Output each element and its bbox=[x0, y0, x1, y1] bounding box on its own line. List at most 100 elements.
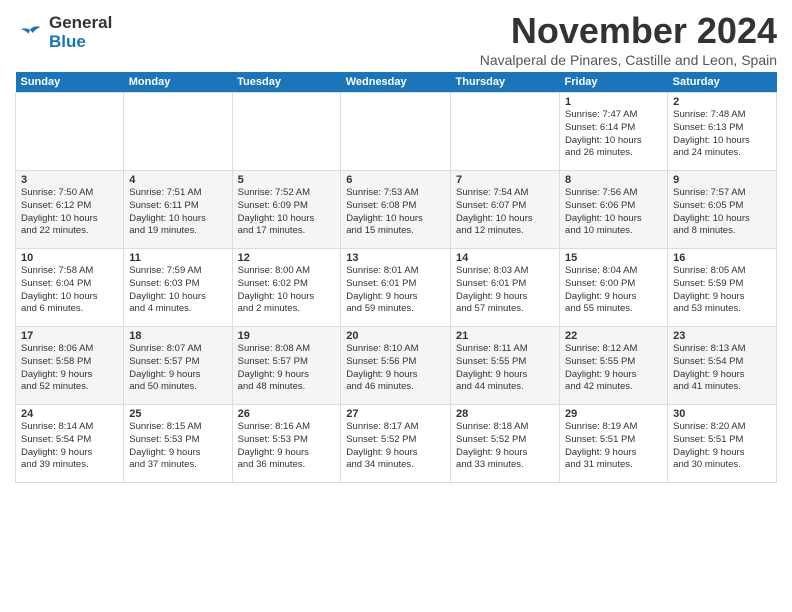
day-cell: 18Sunrise: 8:07 AM Sunset: 5:57 PM Dayli… bbox=[124, 327, 232, 405]
header-cell-friday: Friday bbox=[560, 72, 668, 93]
day-cell bbox=[124, 93, 232, 171]
day-cell bbox=[232, 93, 341, 171]
week-row-2: 3Sunrise: 7:50 AM Sunset: 6:12 PM Daylig… bbox=[16, 171, 777, 249]
day-info: Sunrise: 8:00 AM Sunset: 6:02 PM Dayligh… bbox=[238, 265, 336, 316]
calendar-body: 1Sunrise: 7:47 AM Sunset: 6:14 PM Daylig… bbox=[16, 93, 777, 483]
day-info: Sunrise: 8:19 AM Sunset: 5:51 PM Dayligh… bbox=[565, 421, 662, 472]
day-cell bbox=[341, 93, 451, 171]
day-cell: 2Sunrise: 7:48 AM Sunset: 6:13 PM Daylig… bbox=[668, 93, 777, 171]
title-area: November 2024 Navalperal de Pinares, Cas… bbox=[480, 10, 777, 68]
day-cell: 30Sunrise: 8:20 AM Sunset: 5:51 PM Dayli… bbox=[668, 405, 777, 483]
header: General Blue November 2024 Navalperal de… bbox=[15, 10, 777, 68]
day-number: 4 bbox=[129, 174, 226, 186]
day-cell: 12Sunrise: 8:00 AM Sunset: 6:02 PM Dayli… bbox=[232, 249, 341, 327]
week-row-4: 17Sunrise: 8:06 AM Sunset: 5:58 PM Dayli… bbox=[16, 327, 777, 405]
day-number: 12 bbox=[238, 252, 336, 264]
day-info: Sunrise: 8:15 AM Sunset: 5:53 PM Dayligh… bbox=[129, 421, 226, 472]
logo: General Blue bbox=[15, 10, 112, 51]
day-number: 11 bbox=[129, 252, 226, 264]
logo-bird-icon bbox=[15, 24, 45, 42]
day-info: Sunrise: 7:58 AM Sunset: 6:04 PM Dayligh… bbox=[21, 265, 118, 316]
day-cell: 27Sunrise: 8:17 AM Sunset: 5:52 PM Dayli… bbox=[341, 405, 451, 483]
day-cell: 19Sunrise: 8:08 AM Sunset: 5:57 PM Dayli… bbox=[232, 327, 341, 405]
day-cell: 8Sunrise: 7:56 AM Sunset: 6:06 PM Daylig… bbox=[560, 171, 668, 249]
day-number: 26 bbox=[238, 408, 336, 420]
header-cell-thursday: Thursday bbox=[451, 72, 560, 93]
day-number: 15 bbox=[565, 252, 662, 264]
day-number: 23 bbox=[673, 330, 771, 342]
day-cell: 23Sunrise: 8:13 AM Sunset: 5:54 PM Dayli… bbox=[668, 327, 777, 405]
day-info: Sunrise: 7:56 AM Sunset: 6:06 PM Dayligh… bbox=[565, 187, 662, 238]
day-number: 19 bbox=[238, 330, 336, 342]
day-number: 22 bbox=[565, 330, 662, 342]
day-cell: 3Sunrise: 7:50 AM Sunset: 6:12 PM Daylig… bbox=[16, 171, 124, 249]
page: General Blue November 2024 Navalperal de… bbox=[0, 0, 792, 612]
day-info: Sunrise: 7:50 AM Sunset: 6:12 PM Dayligh… bbox=[21, 187, 118, 238]
day-number: 2 bbox=[673, 96, 771, 108]
day-info: Sunrise: 8:20 AM Sunset: 5:51 PM Dayligh… bbox=[673, 421, 771, 472]
day-info: Sunrise: 8:05 AM Sunset: 5:59 PM Dayligh… bbox=[673, 265, 771, 316]
day-number: 29 bbox=[565, 408, 662, 420]
day-info: Sunrise: 8:08 AM Sunset: 5:57 PM Dayligh… bbox=[238, 343, 336, 394]
day-number: 25 bbox=[129, 408, 226, 420]
day-info: Sunrise: 7:52 AM Sunset: 6:09 PM Dayligh… bbox=[238, 187, 336, 238]
day-info: Sunrise: 8:12 AM Sunset: 5:55 PM Dayligh… bbox=[565, 343, 662, 394]
day-number: 27 bbox=[346, 408, 445, 420]
day-number: 20 bbox=[346, 330, 445, 342]
logo-general: General bbox=[49, 14, 112, 33]
day-cell: 13Sunrise: 8:01 AM Sunset: 6:01 PM Dayli… bbox=[341, 249, 451, 327]
day-info: Sunrise: 8:10 AM Sunset: 5:56 PM Dayligh… bbox=[346, 343, 445, 394]
day-cell: 28Sunrise: 8:18 AM Sunset: 5:52 PM Dayli… bbox=[451, 405, 560, 483]
location-subtitle: Navalperal de Pinares, Castille and Leon… bbox=[480, 52, 777, 68]
day-number: 9 bbox=[673, 174, 771, 186]
calendar-table: SundayMondayTuesdayWednesdayThursdayFrid… bbox=[15, 72, 777, 483]
day-number: 5 bbox=[238, 174, 336, 186]
day-number: 24 bbox=[21, 408, 118, 420]
day-number: 8 bbox=[565, 174, 662, 186]
day-cell: 20Sunrise: 8:10 AM Sunset: 5:56 PM Dayli… bbox=[341, 327, 451, 405]
day-info: Sunrise: 8:18 AM Sunset: 5:52 PM Dayligh… bbox=[456, 421, 554, 472]
day-number: 1 bbox=[565, 96, 662, 108]
month-title: November 2024 bbox=[480, 10, 777, 52]
header-cell-wednesday: Wednesday bbox=[341, 72, 451, 93]
day-info: Sunrise: 8:14 AM Sunset: 5:54 PM Dayligh… bbox=[21, 421, 118, 472]
day-info: Sunrise: 7:57 AM Sunset: 6:05 PM Dayligh… bbox=[673, 187, 771, 238]
day-info: Sunrise: 8:06 AM Sunset: 5:58 PM Dayligh… bbox=[21, 343, 118, 394]
day-cell bbox=[451, 93, 560, 171]
day-cell: 22Sunrise: 8:12 AM Sunset: 5:55 PM Dayli… bbox=[560, 327, 668, 405]
day-number: 13 bbox=[346, 252, 445, 264]
day-cell: 1Sunrise: 7:47 AM Sunset: 6:14 PM Daylig… bbox=[560, 93, 668, 171]
day-cell: 25Sunrise: 8:15 AM Sunset: 5:53 PM Dayli… bbox=[124, 405, 232, 483]
day-cell: 26Sunrise: 8:16 AM Sunset: 5:53 PM Dayli… bbox=[232, 405, 341, 483]
calendar-header: SundayMondayTuesdayWednesdayThursdayFrid… bbox=[16, 72, 777, 93]
day-cell: 17Sunrise: 8:06 AM Sunset: 5:58 PM Dayli… bbox=[16, 327, 124, 405]
day-info: Sunrise: 7:59 AM Sunset: 6:03 PM Dayligh… bbox=[129, 265, 226, 316]
day-number: 16 bbox=[673, 252, 771, 264]
day-info: Sunrise: 8:13 AM Sunset: 5:54 PM Dayligh… bbox=[673, 343, 771, 394]
day-number: 18 bbox=[129, 330, 226, 342]
day-cell: 9Sunrise: 7:57 AM Sunset: 6:05 PM Daylig… bbox=[668, 171, 777, 249]
header-row: SundayMondayTuesdayWednesdayThursdayFrid… bbox=[16, 72, 777, 93]
day-info: Sunrise: 8:01 AM Sunset: 6:01 PM Dayligh… bbox=[346, 265, 445, 316]
day-cell: 15Sunrise: 8:04 AM Sunset: 6:00 PM Dayli… bbox=[560, 249, 668, 327]
day-number: 28 bbox=[456, 408, 554, 420]
day-number: 10 bbox=[21, 252, 118, 264]
day-info: Sunrise: 8:07 AM Sunset: 5:57 PM Dayligh… bbox=[129, 343, 226, 394]
header-cell-monday: Monday bbox=[124, 72, 232, 93]
day-cell bbox=[16, 93, 124, 171]
day-cell: 24Sunrise: 8:14 AM Sunset: 5:54 PM Dayli… bbox=[16, 405, 124, 483]
day-cell: 29Sunrise: 8:19 AM Sunset: 5:51 PM Dayli… bbox=[560, 405, 668, 483]
day-cell: 5Sunrise: 7:52 AM Sunset: 6:09 PM Daylig… bbox=[232, 171, 341, 249]
day-info: Sunrise: 7:54 AM Sunset: 6:07 PM Dayligh… bbox=[456, 187, 554, 238]
week-row-5: 24Sunrise: 8:14 AM Sunset: 5:54 PM Dayli… bbox=[16, 405, 777, 483]
day-info: Sunrise: 8:11 AM Sunset: 5:55 PM Dayligh… bbox=[456, 343, 554, 394]
header-cell-sunday: Sunday bbox=[16, 72, 124, 93]
day-cell: 7Sunrise: 7:54 AM Sunset: 6:07 PM Daylig… bbox=[451, 171, 560, 249]
day-cell: 14Sunrise: 8:03 AM Sunset: 6:01 PM Dayli… bbox=[451, 249, 560, 327]
week-row-1: 1Sunrise: 7:47 AM Sunset: 6:14 PM Daylig… bbox=[16, 93, 777, 171]
day-info: Sunrise: 8:16 AM Sunset: 5:53 PM Dayligh… bbox=[238, 421, 336, 472]
day-cell: 4Sunrise: 7:51 AM Sunset: 6:11 PM Daylig… bbox=[124, 171, 232, 249]
week-row-3: 10Sunrise: 7:58 AM Sunset: 6:04 PM Dayli… bbox=[16, 249, 777, 327]
header-cell-saturday: Saturday bbox=[668, 72, 777, 93]
day-info: Sunrise: 8:04 AM Sunset: 6:00 PM Dayligh… bbox=[565, 265, 662, 316]
